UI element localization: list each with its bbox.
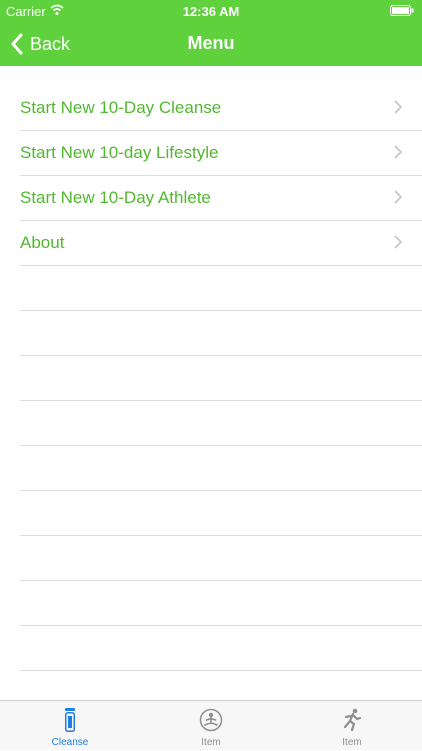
empty-row: [20, 446, 422, 491]
clock: 12:36 AM: [182, 4, 240, 19]
menu-list: Start New 10-Day Cleanse Start New 10-da…: [0, 86, 422, 716]
empty-row: [20, 266, 422, 311]
empty-row: [20, 311, 422, 356]
menu-item-cleanse[interactable]: Start New 10-Day Cleanse: [20, 86, 422, 131]
menu-item-lifestyle[interactable]: Start New 10-day Lifestyle: [20, 131, 422, 176]
chevron-right-icon: [394, 145, 402, 159]
menu-item-label: Start New 10-Day Athlete: [20, 188, 211, 207]
empty-row: [20, 356, 422, 401]
empty-row: [20, 491, 422, 536]
menu-item-label: Start New 10-Day Cleanse: [20, 98, 222, 117]
tab-item-meditation[interactable]: Item: [141, 701, 281, 751]
menu-item-label: Start New 10-day Lifestyle: [20, 143, 219, 162]
battery-icon: [390, 5, 414, 16]
empty-row: [20, 626, 422, 671]
tab-label: Item: [201, 737, 221, 748]
menu-item-about[interactable]: About: [20, 221, 422, 266]
tab-label: Cleanse: [51, 737, 89, 748]
tab-item-running[interactable]: Item: [282, 701, 422, 751]
empty-row: [20, 536, 422, 581]
page-title: Menu: [187, 33, 235, 53]
runner-icon: [343, 708, 362, 732]
chevron-right-icon: [394, 190, 402, 204]
tab-bar: Cleanse Item Item: [0, 700, 422, 750]
navigation-bar: Back Menu: [0, 22, 422, 66]
status-bar: Carrier 12:36 AM: [0, 0, 422, 22]
empty-row: [20, 581, 422, 626]
header: Carrier 12:36 AM Back Menu: [0, 0, 422, 66]
tab-cleanse[interactable]: Cleanse: [0, 701, 140, 751]
menu-item-athlete[interactable]: Start New 10-Day Athlete: [20, 176, 422, 221]
empty-row: [20, 401, 422, 446]
meditation-icon: [199, 708, 223, 732]
tab-label: Item: [342, 737, 362, 748]
chevron-right-icon: [394, 235, 402, 249]
menu-item-label: About: [20, 233, 65, 252]
chevron-right-icon: [394, 100, 402, 114]
bottle-icon: [65, 708, 75, 732]
